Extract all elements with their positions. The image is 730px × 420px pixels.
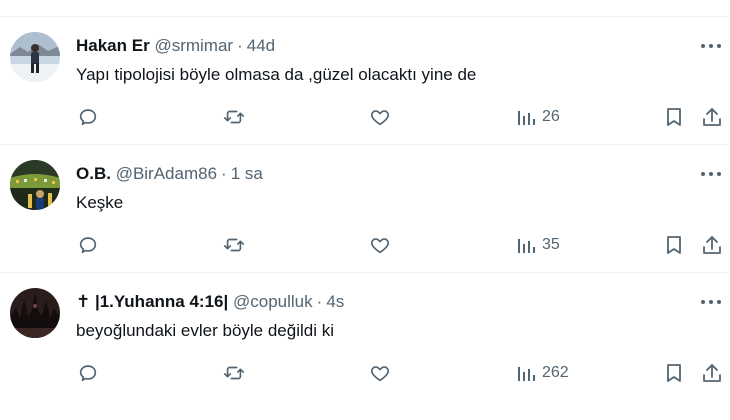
tweet-text: beyoğlundaki evler böyle değildi ki	[76, 321, 334, 340]
reply-button[interactable]	[77, 233, 99, 257]
views-count: 35	[542, 236, 560, 253]
tweet-header: O.B. @BirAdam86 · 1 sa	[76, 163, 263, 185]
share-icon	[703, 364, 721, 382]
retweet-button[interactable]	[222, 361, 246, 385]
tweet-time[interactable]: 4s	[326, 292, 344, 311]
bookmark-button[interactable]	[664, 105, 684, 129]
retweet-button[interactable]	[222, 105, 246, 129]
views-icon	[518, 367, 535, 381]
bookmark-button[interactable]	[664, 233, 684, 257]
tweet-header: ✝ |1.Yuhanna 4:16| @copulluk · 4s	[76, 291, 344, 313]
tweet-header: Hakan Er @srmimar · 44d	[76, 35, 275, 57]
views-icon	[518, 111, 535, 125]
retweet-icon	[224, 110, 244, 124]
tweet-item[interactable]: ✝ |1.Yuhanna 4:16| @copulluk · 4s beyoğlun…	[0, 273, 730, 401]
share-button[interactable]	[701, 105, 723, 129]
bookmark-icon	[667, 236, 681, 254]
tweet-actions: 35	[0, 233, 730, 257]
like-icon	[371, 110, 389, 126]
tweet-item[interactable]: Hakan Er @srmimar · 44d Yapı tipolojisi bö…	[0, 17, 730, 145]
author-handle[interactable]: @BirAdam86	[116, 164, 217, 183]
share-button[interactable]	[701, 233, 723, 257]
avatar[interactable]	[10, 32, 60, 82]
more-dots-icon[interactable]	[700, 167, 722, 179]
retweet-button[interactable]	[222, 233, 246, 257]
author-name[interactable]: O.B.	[76, 164, 111, 183]
reply-button[interactable]	[77, 105, 99, 129]
share-button[interactable]	[701, 361, 723, 385]
views-button[interactable]: 35	[516, 233, 560, 257]
like-icon	[371, 238, 389, 254]
tweet-actions: 26	[0, 105, 730, 129]
more-dots-icon[interactable]	[700, 295, 722, 307]
separator-dot: ·	[221, 164, 227, 183]
views-count: 262	[542, 364, 569, 381]
tweet-actions: 262	[0, 361, 730, 385]
like-button[interactable]	[369, 361, 391, 385]
author-handle[interactable]: @copulluk	[233, 292, 313, 311]
views-button[interactable]: 26	[516, 105, 560, 129]
separator-dot: ·	[237, 36, 243, 55]
bookmark-button[interactable]	[664, 361, 684, 385]
views-icon	[518, 239, 535, 253]
separator-dot: ·	[316, 292, 323, 311]
tweet-text: Yapı tipolojisi böyle olmasa da ,güzel o…	[76, 65, 477, 84]
tweet-time[interactable]: 1 sa	[231, 164, 263, 183]
avatar[interactable]	[10, 288, 60, 338]
share-icon	[703, 236, 721, 254]
author-handle[interactable]: @srmimar	[154, 36, 233, 55]
tweet-text: Keşke	[76, 193, 124, 212]
like-icon	[371, 366, 389, 382]
tweet-item[interactable]: O.B. @BirAdam86 · 1 sa Keşke 35	[0, 145, 730, 273]
bookmark-icon	[667, 108, 681, 126]
retweet-icon	[224, 238, 244, 252]
reply-icon	[79, 365, 97, 382]
author-name[interactable]: Hakan Er	[76, 36, 150, 55]
views-count: 26	[542, 108, 560, 125]
reply-icon	[79, 237, 97, 254]
retweet-icon	[224, 366, 244, 380]
tweet-time[interactable]: 44d	[247, 36, 275, 55]
reply-icon	[79, 109, 97, 126]
like-button[interactable]	[369, 105, 391, 129]
bookmark-icon	[667, 364, 681, 382]
avatar[interactable]	[10, 160, 60, 210]
views-button[interactable]: 262	[516, 361, 569, 385]
like-button[interactable]	[369, 233, 391, 257]
author-name[interactable]: ✝ |1.Yuhanna 4:16|	[76, 292, 228, 311]
more-dots-icon[interactable]	[700, 39, 722, 51]
share-icon	[703, 108, 721, 126]
reply-button[interactable]	[77, 361, 99, 385]
